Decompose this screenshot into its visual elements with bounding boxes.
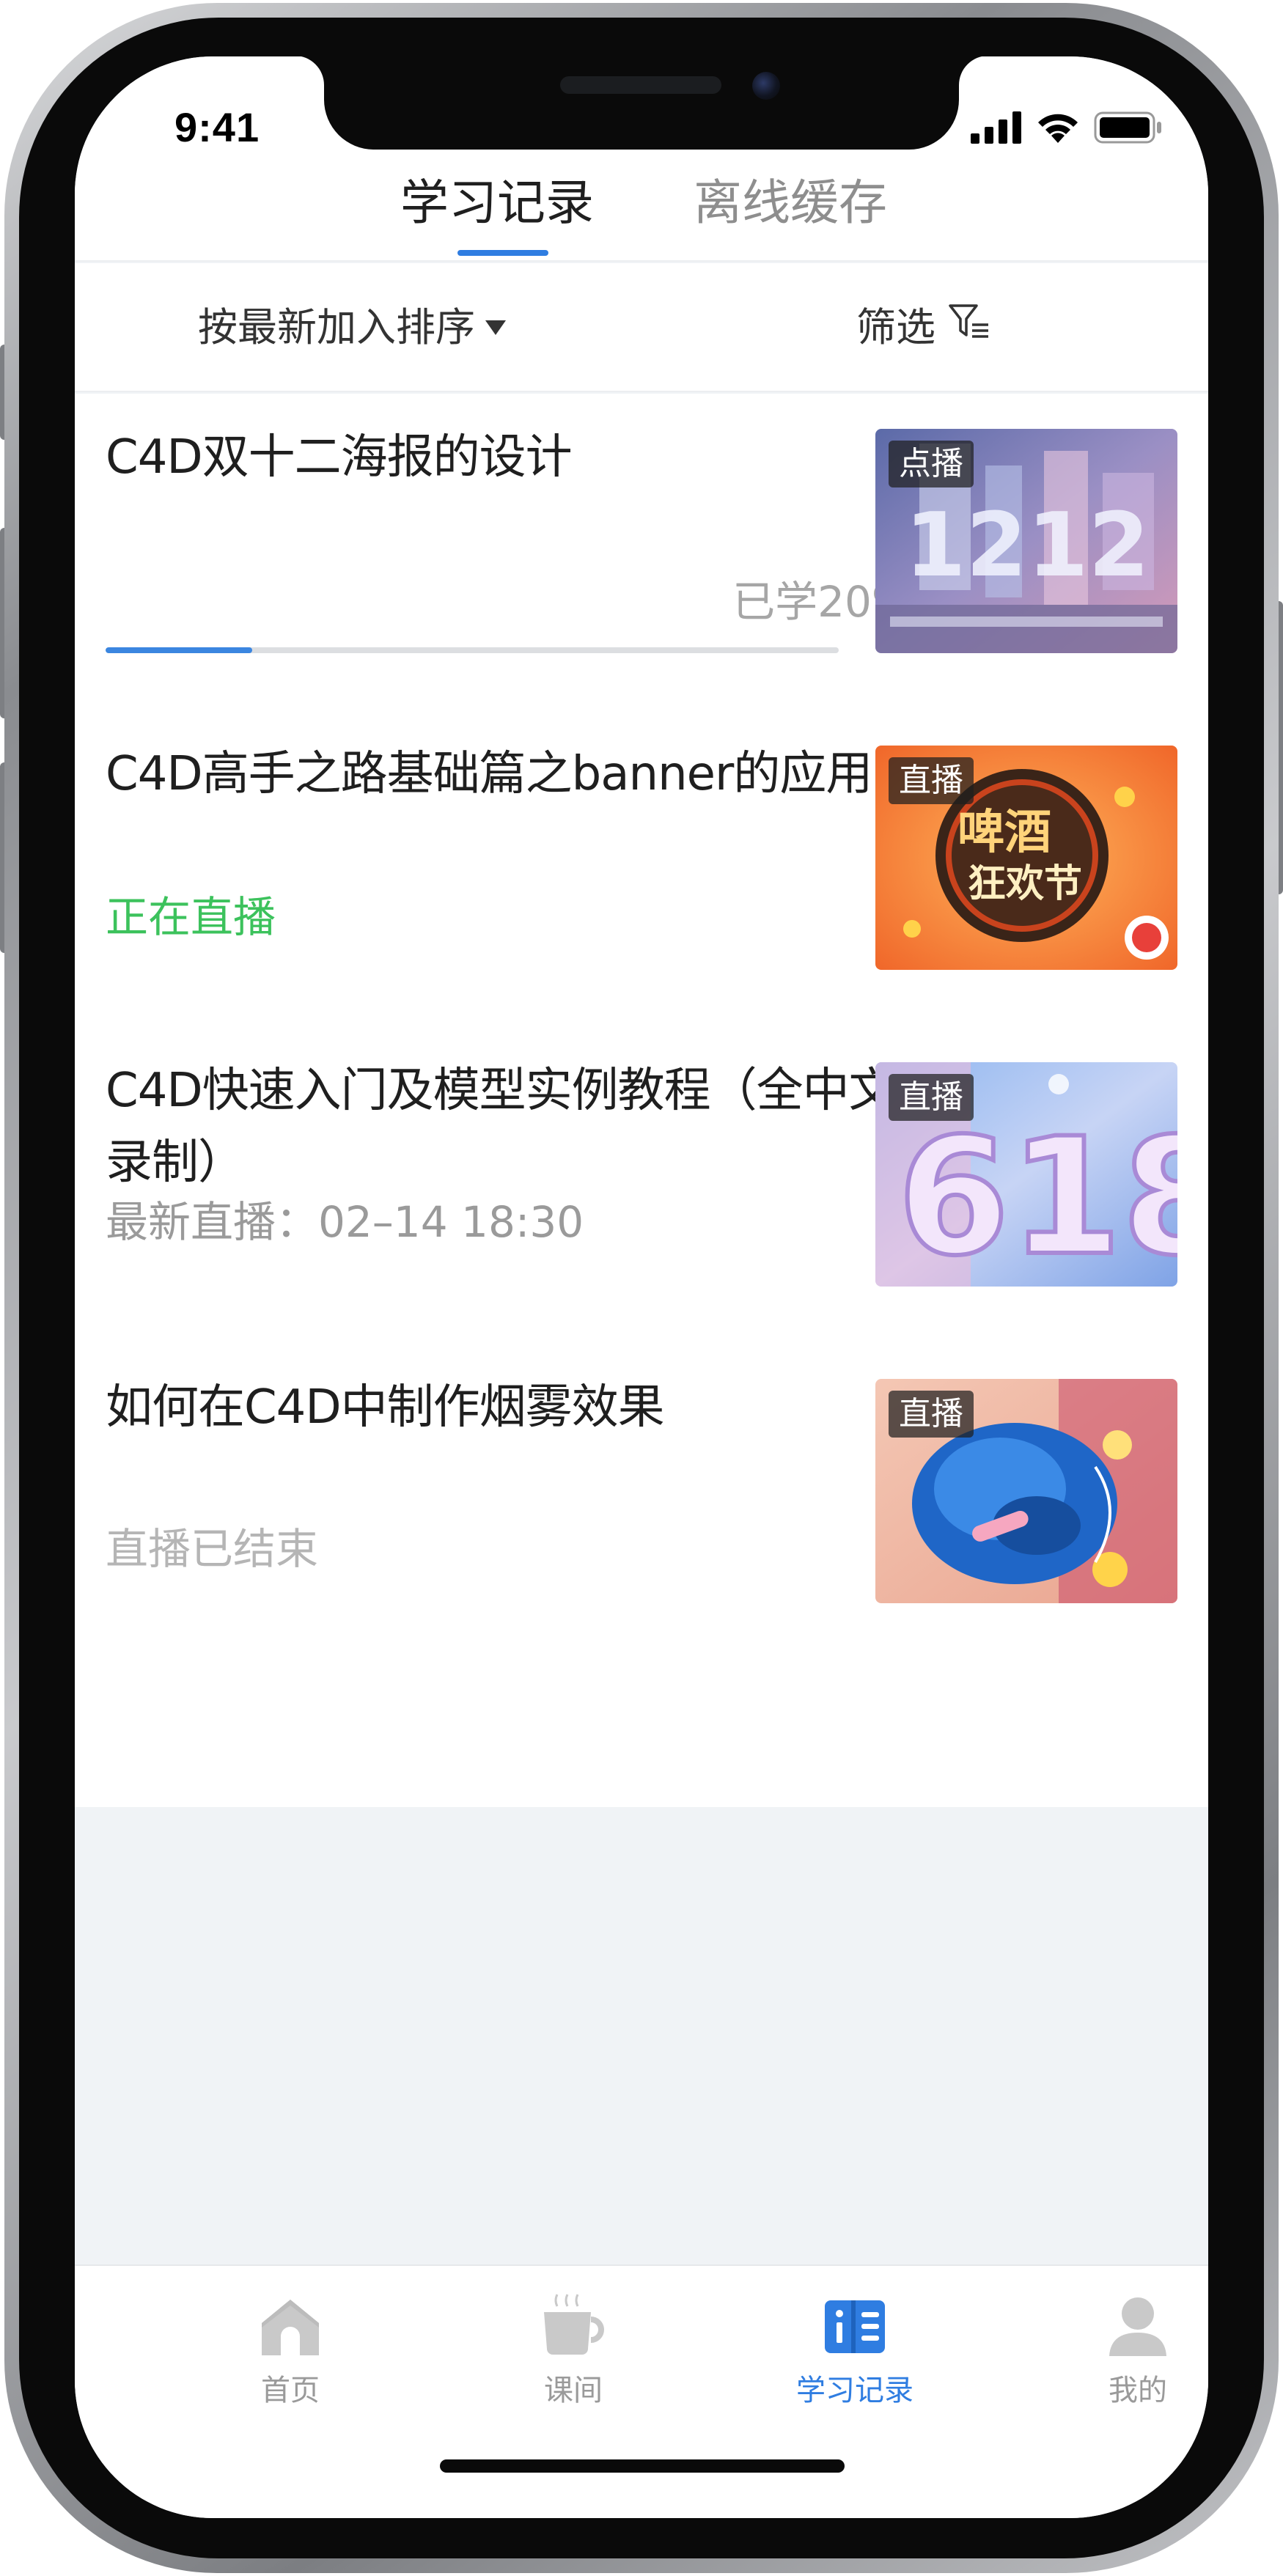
front-camera xyxy=(752,72,780,100)
list-item[interactable]: C4D双十二海报的设计 已学20% 1212 点播 xyxy=(75,394,1208,710)
list-item[interactable]: C4D快速入门及模型实例教程（全中文录制） 最新直播：02–14 18:30 6… xyxy=(75,1027,1208,1344)
book-list-icon xyxy=(815,2286,895,2367)
tabbar-item-home[interactable]: 首页 xyxy=(180,2266,400,2427)
svg-text:狂欢节: 狂欢节 xyxy=(968,862,1082,906)
tab-learning-record[interactable]: 学习记录 xyxy=(400,174,594,232)
device-notch xyxy=(295,56,988,150)
tabbar-item-learning[interactable]: 学习记录 xyxy=(745,2266,965,2427)
wifi-icon xyxy=(1035,111,1081,147)
live-status: 正在直播 xyxy=(106,892,276,942)
list-item[interactable]: C4D高手之路基础篇之banner的应用 正在直播 啤酒 狂欢节 直播 xyxy=(75,710,1208,1027)
list-item[interactable]: 如何在C4D中制作烟雾效果 直播已结束 直播 xyxy=(75,1344,1208,1660)
progress-bar xyxy=(106,647,839,653)
sort-dropdown[interactable]: 按最新加入排序 xyxy=(198,301,506,354)
status-icons xyxy=(971,111,1163,147)
tabbar-label-home: 首页 xyxy=(261,2374,320,2407)
bottom-tab-bar: 首页 课间 学习记录 我的 xyxy=(75,2264,1208,2518)
tabbar-item-me[interactable]: 我的 xyxy=(1028,2266,1208,2427)
progress-fill xyxy=(106,647,252,653)
sort-label: 按最新加入排序 xyxy=(198,304,475,350)
course-title: C4D高手之路基础篇之banner的应用 xyxy=(106,747,872,801)
course-list: C4D双十二海报的设计 已学20% 1212 点播 C4D高手之路基础篇之ban… xyxy=(75,394,1208,1807)
course-type-badge: 点播 xyxy=(889,441,974,487)
svg-text:1212: 1212 xyxy=(905,495,1150,597)
live-ended-status: 直播已结束 xyxy=(106,1524,319,1574)
svg-text:啤酒: 啤酒 xyxy=(957,806,1051,860)
tabbar-label-me: 我的 xyxy=(1109,2374,1167,2407)
home-icon xyxy=(250,2286,331,2367)
phone-device: 9:41 学习记录 离线缓存 按最新加入排序 筛选 C4D双十二海报的设计 已学… xyxy=(0,0,1283,2576)
active-tab-indicator xyxy=(457,250,548,256)
status-time: 9:41 xyxy=(174,104,260,150)
course-type-badge: 直播 xyxy=(889,757,974,804)
course-type-badge: 直播 xyxy=(889,1074,974,1121)
course-thumbnail[interactable]: 618 直播 xyxy=(875,1062,1177,1287)
filter-button[interactable]: 筛选 xyxy=(856,301,991,354)
top-tabs: 学习记录 离线缓存 xyxy=(75,152,1208,262)
course-thumbnail[interactable]: 1212 点播 xyxy=(875,429,1177,653)
svg-text:618: 618 xyxy=(897,1103,1177,1287)
caret-down-icon xyxy=(485,320,506,335)
course-title: C4D快速入门及模型实例教程（全中文录制） xyxy=(106,1064,896,1190)
app-screen: 9:41 学习记录 离线缓存 按最新加入排序 筛选 C4D双十二海报的设计 已学… xyxy=(75,56,1208,2518)
course-type-badge: 直播 xyxy=(889,1391,974,1438)
speaker-grille xyxy=(560,76,721,94)
home-indicator xyxy=(440,2459,845,2473)
filter-bar: 按最新加入排序 筛选 xyxy=(75,263,1208,392)
course-title: 如何在C4D中制作烟雾效果 xyxy=(106,1380,665,1435)
tabbar-item-break[interactable]: 课间 xyxy=(463,2266,683,2427)
tabbar-label-learning: 学习记录 xyxy=(796,2374,913,2407)
course-thumbnail[interactable]: 啤酒 狂欢节 直播 xyxy=(875,746,1177,970)
filter-funnel-icon xyxy=(947,301,991,354)
user-icon xyxy=(1098,2286,1178,2367)
next-live-time: 最新直播：02–14 18:30 xyxy=(106,1197,584,1247)
course-thumbnail[interactable]: 直播 xyxy=(875,1379,1177,1603)
tabbar-label-break: 课间 xyxy=(544,2374,603,2407)
signal-icon xyxy=(971,111,1022,147)
filter-label: 筛选 xyxy=(856,304,935,350)
tab-offline-cache[interactable]: 离线缓存 xyxy=(694,174,887,232)
battery-icon xyxy=(1094,111,1163,147)
course-title: C4D双十二海报的设计 xyxy=(106,430,573,485)
coffee-cup-icon xyxy=(533,2286,614,2367)
